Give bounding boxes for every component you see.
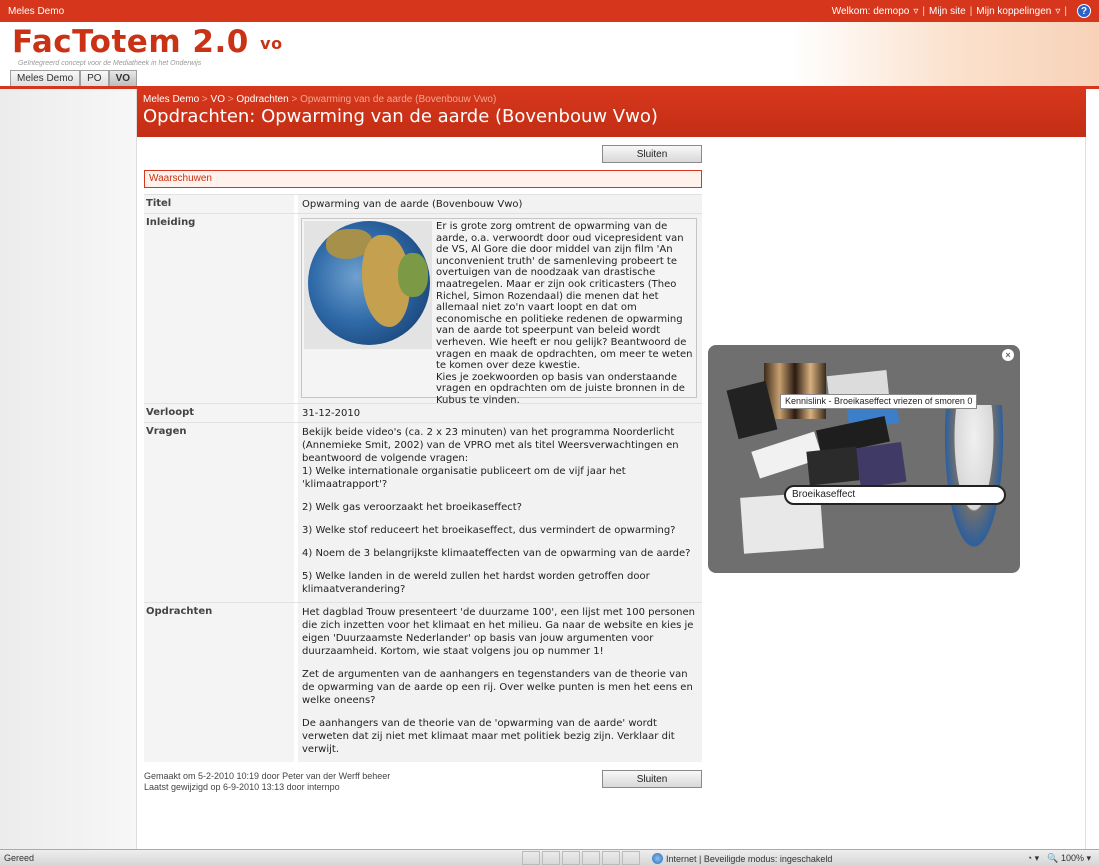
result-thumbnail[interactable] <box>806 446 860 486</box>
status-panel <box>622 851 640 865</box>
tasks-value: Het dagblad Trouw presenteert 'de duurza… <box>298 603 702 762</box>
divider: | <box>1064 5 1067 17</box>
globe-sphere <box>308 221 430 345</box>
breadcrumb-vo[interactable]: VO <box>211 94 225 105</box>
breadcrumb: Meles Demo > VO > Opdrachten > Opwarming… <box>143 94 496 105</box>
breadcrumb-current: Opwarming van de aarde (Bovenbouw Vwo) <box>300 94 497 105</box>
created-info: Gemaakt om 5-2-2010 10:19 door Peter van… <box>144 771 391 781</box>
questions-value: Bekijk beide video's (ca. 2 x 23 minuten… <box>298 423 702 602</box>
security-zone[interactable]: Internet | Beveiligde modus: ingeschakel… <box>652 853 832 864</box>
tasks-label: Opdrachten <box>144 603 294 762</box>
intro-paragraph-search-hint: Kies je zoekwoorden op basis van onderst… <box>436 371 685 406</box>
intro-paragraph: Er is grote zorg omtrent de opwarming va… <box>436 221 693 372</box>
my-site-link[interactable]: Mijn site <box>929 6 966 17</box>
close-icon[interactable]: × <box>1002 349 1014 361</box>
expires-row: Verloopt 31-12-2010 <box>144 403 702 422</box>
breadcrumb-separator: > <box>199 94 211 105</box>
title-value: Opwarming van de aarde (Bovenbouw Vwo) <box>298 195 702 213</box>
question-5: 5) Welke landen in de wereld zullen het … <box>302 571 650 595</box>
site-name[interactable]: Meles Demo <box>8 6 832 17</box>
intro-value: Er is grote zorg omtrent de opwarming va… <box>298 214 702 406</box>
left-navigation <box>0 89 137 849</box>
browser-status-bar: Gereed Internet | Beveiligde modus: inge… <box>0 849 1099 866</box>
zone-text: Internet | Beveiligde modus: ingeschakel… <box>666 853 833 864</box>
welcome-menu[interactable]: Welkom: demopo <box>832 6 910 17</box>
zoom-value: 100% <box>1060 853 1084 863</box>
intro-label: Inleiding <box>144 214 294 403</box>
title-row: Titel Opwarming van de aarde (Bovenbouw … <box>144 194 702 213</box>
result-tooltip: Kennislink - Broeikaseffect vriezen of s… <box>780 394 978 409</box>
breadcrumb-root[interactable]: Meles Demo <box>143 94 199 105</box>
globe-image <box>304 221 432 349</box>
intro-row: Inleiding Er is grote zorg omtrent de op… <box>144 213 702 406</box>
modified-info: Laatst gewijzigd op 6-9-2010 13:13 door … <box>144 782 340 792</box>
close-button-bottom[interactable]: Sluiten <box>602 770 702 788</box>
breadcrumb-separator: > <box>288 94 301 105</box>
zoom-level[interactable]: 🔍 100% ▾ <box>1047 853 1091 864</box>
result-thumbnail[interactable] <box>764 363 826 419</box>
questions-row: Vragen Bekijk beide video's (ca. 2 x 23 … <box>144 422 702 602</box>
intro-text: Er is grote zorg omtrent de opwarming va… <box>436 221 694 407</box>
question-1: 1) Welke internationale organisatie publ… <box>302 466 626 490</box>
status-panels <box>522 851 640 865</box>
item-metadata: Gemaakt om 5-2-2010 10:19 door Peter van… <box>144 771 390 793</box>
task-2: Zet de argumenten van de aanhangers en t… <box>302 669 693 706</box>
page-title: Opdrachten: Opwarming van de aarde (Bove… <box>143 106 658 127</box>
chevron-down-icon[interactable]: ▿ <box>1055 6 1060 17</box>
question-3: 3) Welke stof reduceert het broeikaseffe… <box>302 525 676 536</box>
site-tabs: Meles Demo PO VO <box>10 70 138 87</box>
warning-link[interactable]: Waarschuwen <box>144 170 702 188</box>
search-input[interactable]: Broeikaseffect <box>784 485 1006 505</box>
title-label: Titel <box>144 195 294 213</box>
expires-value: 31-12-2010 <box>298 404 702 422</box>
site-logo[interactable]: FacTotem 2.0 vo <box>12 24 283 60</box>
task-1: Het dagblad Trouw presenteert 'de duurza… <box>302 607 695 657</box>
protected-mode-icon[interactable]: ◔ ▾ <box>1027 853 1039 864</box>
tab-po[interactable]: PO <box>80 70 109 87</box>
breadcrumb-opdrachten[interactable]: Opdrachten <box>236 94 288 105</box>
logo-suffix: vo <box>260 34 283 53</box>
chevron-down-icon[interactable]: ▿ <box>913 6 918 17</box>
zoom-controls: ◔ ▾ 🔍 100% ▾ <box>1027 853 1091 864</box>
globe-land <box>398 253 428 297</box>
status-panel <box>582 851 600 865</box>
breadcrumb-separator: > <box>225 94 237 105</box>
site-header: FacTotem 2.0 vo Geïntegreerd concept voo… <box>0 22 1099 88</box>
questions-intro: Bekijk beide video's (ca. 2 x 23 minuten… <box>302 427 679 464</box>
status-panel <box>602 851 620 865</box>
result-thumbnail[interactable] <box>855 441 907 489</box>
tab-vo[interactable]: VO <box>108 70 138 87</box>
user-menu: Welkom: demopo ▿ | Mijn site | Mijn kopp… <box>832 4 1091 18</box>
close-button-top[interactable]: Sluiten <box>602 145 702 163</box>
top-bar: Meles Demo Welkom: demopo ▿ | Mijn site … <box>0 0 1099 22</box>
logo-text: FacTotem 2.0 <box>12 24 249 60</box>
status-panel <box>542 851 560 865</box>
divider: | <box>922 5 925 17</box>
tab-meles-demo[interactable]: Meles Demo <box>10 70 81 87</box>
page-title-bar: Meles Demo > VO > Opdrachten > Opwarming… <box>137 89 1086 137</box>
questions-label: Vragen <box>144 423 294 602</box>
status-panel <box>562 851 580 865</box>
status-panel <box>522 851 540 865</box>
expires-label: Verloopt <box>144 404 294 422</box>
task-3: De aanhangers van de theorie van de 'opw… <box>302 718 675 755</box>
tagline: Geïntegreerd concept voor de Mediatheek … <box>18 60 202 67</box>
internet-zone-icon <box>652 853 663 864</box>
tasks-row: Opdrachten Het dagblad Trouw presenteert… <box>144 602 702 762</box>
my-links-menu[interactable]: Mijn koppelingen <box>976 6 1051 17</box>
status-text: Gereed <box>4 853 35 863</box>
help-icon[interactable]: ? <box>1077 4 1091 18</box>
intro-box: Er is grote zorg omtrent de opwarming va… <box>301 218 697 406</box>
divider: | <box>969 5 973 17</box>
question-4: 4) Noem de 3 belangrijkste klimaateffect… <box>302 548 691 559</box>
kubus-search-popup[interactable]: × Kennislink - Broeikaseffect vriezen of… <box>708 345 1020 573</box>
question-2: 2) Welk gas veroorzaakt het broeikaseffe… <box>302 502 522 513</box>
